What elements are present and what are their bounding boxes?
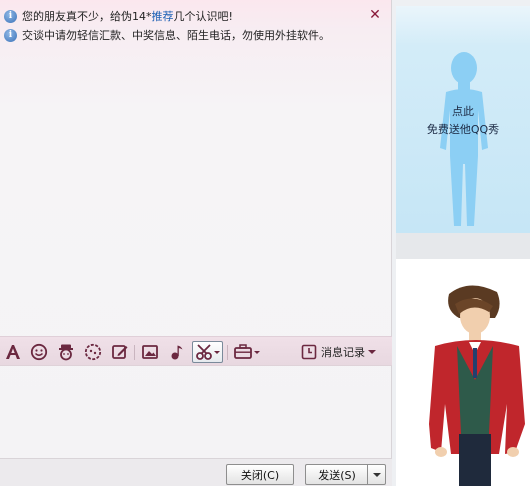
music-icon[interactable] [167, 341, 187, 363]
notice-text-1-suffix: 几个认识吧! [173, 10, 233, 23]
font-icon[interactable] [3, 341, 23, 363]
edit-icon[interactable] [110, 341, 130, 363]
toolbar-divider [134, 345, 135, 360]
friend-show-panel[interactable]: 点此 免费送他QQ秀 [396, 6, 530, 233]
bottom-bar: 关闭(C) 发送(S) [0, 458, 392, 486]
info-icon: i [4, 28, 17, 42]
promo-line-2: 免费送他QQ秀 [426, 123, 500, 136]
app-box-icon[interactable] [232, 341, 262, 363]
history-label: 消息记录 [321, 346, 365, 359]
my-show-panel[interactable] [396, 259, 530, 486]
smiley-icon[interactable] [29, 341, 49, 363]
history-icon [301, 344, 317, 360]
avatar-silhouette-icon [438, 48, 490, 228]
security-notice: i 交谈中请勿轻信汇款、中奖信息、陌生电话，勿使用外挂软件。 [4, 26, 330, 44]
friend-recommend-notice: i 您的朋友真不少，给伪14* 推荐 几个认识吧! [4, 7, 233, 25]
send-button[interactable]: 发送(S) [305, 464, 368, 485]
notice-text-1: 您的朋友真不少，给伪14* [22, 10, 152, 23]
magic-face-icon[interactable] [56, 341, 76, 363]
message-input[interactable] [0, 367, 392, 458]
chevron-down-icon [368, 349, 376, 355]
chat-panel: i 您的朋友真不少，给伪14* 推荐 几个认识吧! ✕ i 交谈中请勿轻信汇款、… [0, 0, 392, 486]
chevron-down-icon [372, 468, 381, 481]
screenshot-scissors-icon[interactable] [192, 341, 223, 363]
toolbar-divider [227, 345, 228, 360]
recommend-link[interactable]: 推荐 [152, 8, 174, 24]
show-character [429, 284, 529, 486]
panel-divider [396, 233, 530, 259]
promo-line-1: 点此 [452, 105, 474, 118]
notice-text-2: 交谈中请勿轻信汇款、中奖信息、陌生电话，勿使用外挂软件。 [22, 29, 330, 42]
history-button[interactable]: 消息记录 [301, 341, 385, 363]
input-toolbar: 消息记录 [0, 336, 392, 366]
close-button[interactable]: 关闭(C) [226, 464, 294, 485]
send-options-button[interactable] [367, 464, 386, 485]
image-icon[interactable] [140, 341, 160, 363]
info-icon: i [4, 9, 17, 23]
doodle-icon[interactable] [83, 341, 103, 363]
close-icon[interactable]: ✕ [368, 8, 382, 22]
